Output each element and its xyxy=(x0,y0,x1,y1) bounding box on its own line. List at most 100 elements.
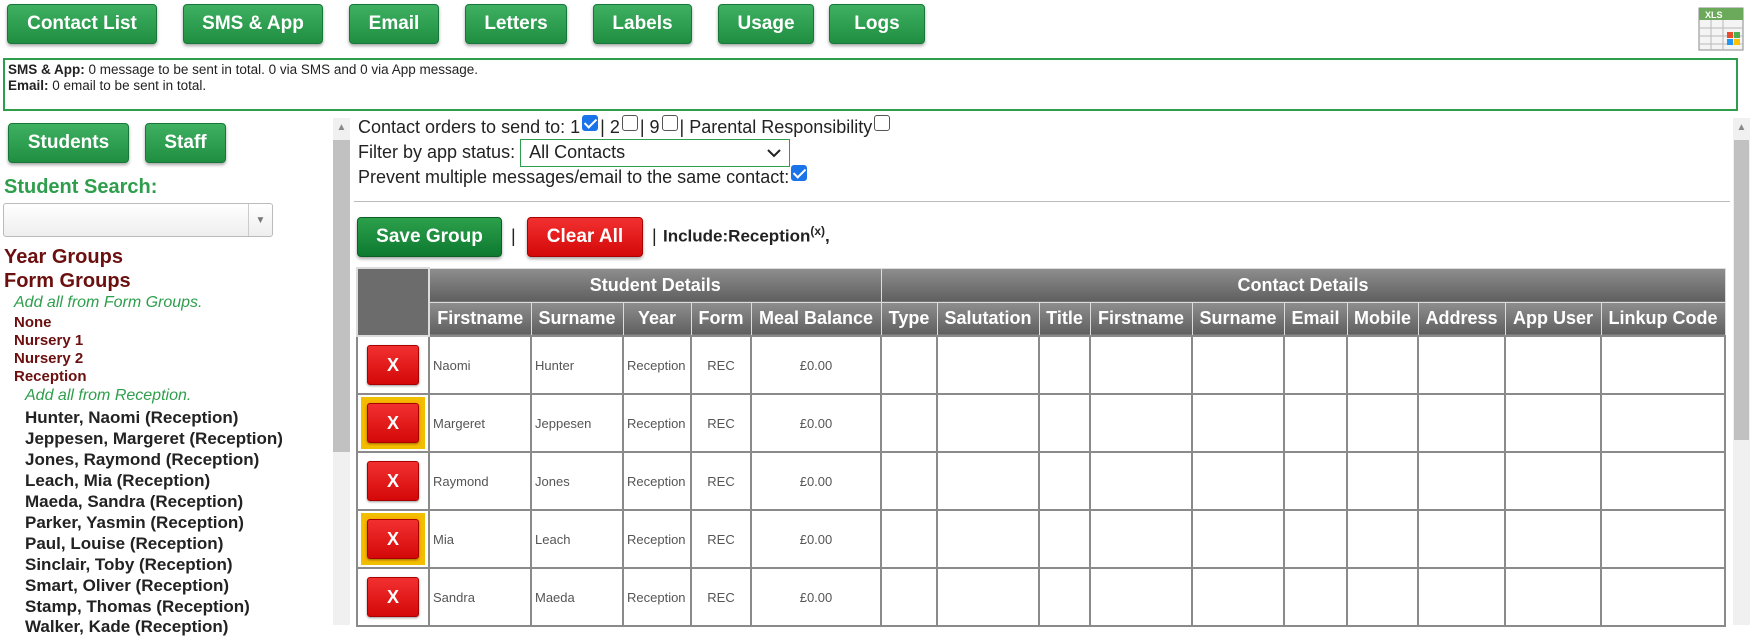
order-2-checkbox[interactable] xyxy=(621,114,638,131)
group-item-nursery-1[interactable]: Nursery 1 xyxy=(14,332,83,349)
nav-letters-button[interactable]: Letters xyxy=(465,4,567,44)
col-header-year[interactable]: Year xyxy=(622,301,692,337)
chevron-down-icon[interactable]: ▼ xyxy=(248,204,272,236)
save-group-button[interactable]: Save Group xyxy=(357,217,502,257)
remove-row-button[interactable]: X xyxy=(367,345,419,385)
student-search-input[interactable]: ▼ xyxy=(3,203,273,237)
contact-cell xyxy=(1283,393,1348,453)
year-groups-heading[interactable]: Year Groups xyxy=(4,246,123,269)
remove-row-button[interactable]: X xyxy=(367,461,419,501)
student-list-item[interactable]: Sinclair, Toby (Reception) xyxy=(25,555,233,575)
app-status-filter-select[interactable]: All Contacts xyxy=(520,138,791,167)
nav-logs-button[interactable]: Logs xyxy=(829,4,925,44)
col-header-student-surname[interactable]: Surname xyxy=(530,301,624,337)
remove-row-button[interactable]: X xyxy=(367,403,419,443)
contact-cell xyxy=(1417,393,1506,453)
prevent-duplicates-checkbox[interactable] xyxy=(791,164,808,181)
student-list-item[interactable]: Paul, Louise (Reception) xyxy=(25,534,223,554)
order-9-label: | 9 xyxy=(639,117,660,137)
student-firstname-cell: Raymond xyxy=(428,451,532,511)
col-header-type[interactable]: Type xyxy=(880,301,938,337)
xls-icon-label: XLS xyxy=(1705,10,1723,20)
year-cell: Reception xyxy=(622,335,692,395)
group-item-reception[interactable]: Reception xyxy=(14,368,87,385)
student-list-item[interactable]: Maeda, Sandra (Reception) xyxy=(25,492,243,512)
col-header-form[interactable]: Form xyxy=(690,301,752,337)
scroll-up-arrow-icon[interactable]: ▲ xyxy=(1733,122,1750,133)
add-all-form-groups-link[interactable]: Add all from Form Groups. xyxy=(14,294,203,312)
order-1-checkbox[interactable] xyxy=(582,114,599,131)
col-header-meal-balance[interactable]: Meal Balance xyxy=(750,301,882,337)
student-list-item[interactable]: Leach, Mia (Reception) xyxy=(25,471,210,491)
order-9-checkbox[interactable] xyxy=(661,114,678,131)
remove-row-button[interactable]: X xyxy=(367,519,419,559)
students-button[interactable]: Students xyxy=(8,123,129,163)
year-cell: Reception xyxy=(622,451,692,511)
form-groups-heading[interactable]: Form Groups xyxy=(4,270,131,293)
student-list-item[interactable]: Stamp, Thomas (Reception) xyxy=(25,597,250,617)
contact-cell xyxy=(1346,451,1419,511)
remove-wrap: X xyxy=(361,455,425,507)
prevent-duplicates-label: Prevent multiple messages/email to the s… xyxy=(358,167,790,187)
remove-row-button[interactable]: X xyxy=(367,577,419,617)
contact-cell xyxy=(1191,509,1285,569)
contact-cell xyxy=(1089,567,1193,627)
email-summary-text: 0 email to be sent in total. xyxy=(52,78,207,93)
remove-wrap: X xyxy=(361,397,425,449)
nav-email-button[interactable]: Email xyxy=(349,4,439,44)
contact-cell xyxy=(1417,567,1506,627)
contact-cell xyxy=(1504,335,1602,395)
contact-cell xyxy=(1191,393,1285,453)
student-surname-cell: Jeppesen xyxy=(530,393,624,453)
col-header-contact-firstname[interactable]: Firstname xyxy=(1089,301,1193,337)
student-list-item[interactable]: Hunter, Naomi (Reception) xyxy=(25,408,238,428)
col-header-app-user[interactable]: App User xyxy=(1504,301,1602,337)
nav-usage-button[interactable]: Usage xyxy=(718,4,814,44)
year-cell: Reception xyxy=(622,393,692,453)
col-header-email[interactable]: Email xyxy=(1283,301,1348,337)
meal-balance-cell: £0.00 xyxy=(750,451,882,511)
main-scroll-thumb[interactable] xyxy=(1734,140,1749,440)
contact-cell xyxy=(936,509,1040,569)
sidebar-scroll-thumb[interactable] xyxy=(333,140,350,452)
parental-responsibility-checkbox[interactable] xyxy=(874,114,891,131)
send-summary-panel: SMS & App: 0 message to be sent in total… xyxy=(3,58,1738,111)
nav-contact-list-button[interactable]: Contact List xyxy=(7,4,157,44)
form-cell: REC xyxy=(690,335,752,395)
col-header-contact-surname[interactable]: Surname xyxy=(1191,301,1285,337)
contact-orders-label: Contact orders to send to: 1 xyxy=(358,117,581,137)
remove-include-link[interactable]: (x) xyxy=(810,224,825,238)
year-cell: Reception xyxy=(622,509,692,569)
student-list-item[interactable]: Jones, Raymond (Reception) xyxy=(25,450,259,470)
remove-wrap: X xyxy=(361,571,425,623)
contact-cell xyxy=(1038,567,1091,627)
nav-sms-app-button[interactable]: SMS & App xyxy=(183,4,323,44)
student-list-item[interactable]: Walker, Kade (Reception) xyxy=(25,617,228,637)
form-cell: REC xyxy=(690,567,752,627)
nav-labels-button[interactable]: Labels xyxy=(593,4,692,44)
col-header-salutation[interactable]: Salutation xyxy=(936,301,1040,337)
recipients-table: Student Details Contact Details Firstnam… xyxy=(356,267,1726,627)
staff-button[interactable]: Staff xyxy=(145,123,226,163)
col-header-address[interactable]: Address xyxy=(1417,301,1506,337)
app-filter-label: Filter by app status: xyxy=(358,142,516,162)
col-header-title[interactable]: Title xyxy=(1038,301,1091,337)
remove-wrap: X xyxy=(361,339,425,391)
contact-cell xyxy=(1346,335,1419,395)
col-header-linkup-code[interactable]: Linkup Code xyxy=(1600,301,1726,337)
col-header-student-firstname[interactable]: Firstname xyxy=(428,301,532,337)
clear-all-button[interactable]: Clear All xyxy=(527,217,643,257)
contact-cell xyxy=(1417,509,1506,569)
student-list-item[interactable]: Smart, Oliver (Reception) xyxy=(25,576,229,596)
student-list-item[interactable]: Jeppesen, Margeret (Reception) xyxy=(25,429,283,449)
add-all-reception-link[interactable]: Add all from Reception. xyxy=(25,387,191,405)
action-separator: | xyxy=(652,226,657,246)
group-item-none[interactable]: None xyxy=(14,314,52,331)
student-search-title: Student Search: xyxy=(4,176,158,198)
col-header-mobile[interactable]: Mobile xyxy=(1346,301,1419,337)
group-item-nursery-2[interactable]: Nursery 2 xyxy=(14,350,83,367)
student-list-item[interactable]: Parker, Yasmin (Reception) xyxy=(25,513,244,533)
contact-cell xyxy=(880,451,938,511)
excel-xls-icon[interactable]: XLS xyxy=(1697,4,1745,52)
scroll-up-arrow-icon[interactable]: ▲ xyxy=(333,122,350,133)
